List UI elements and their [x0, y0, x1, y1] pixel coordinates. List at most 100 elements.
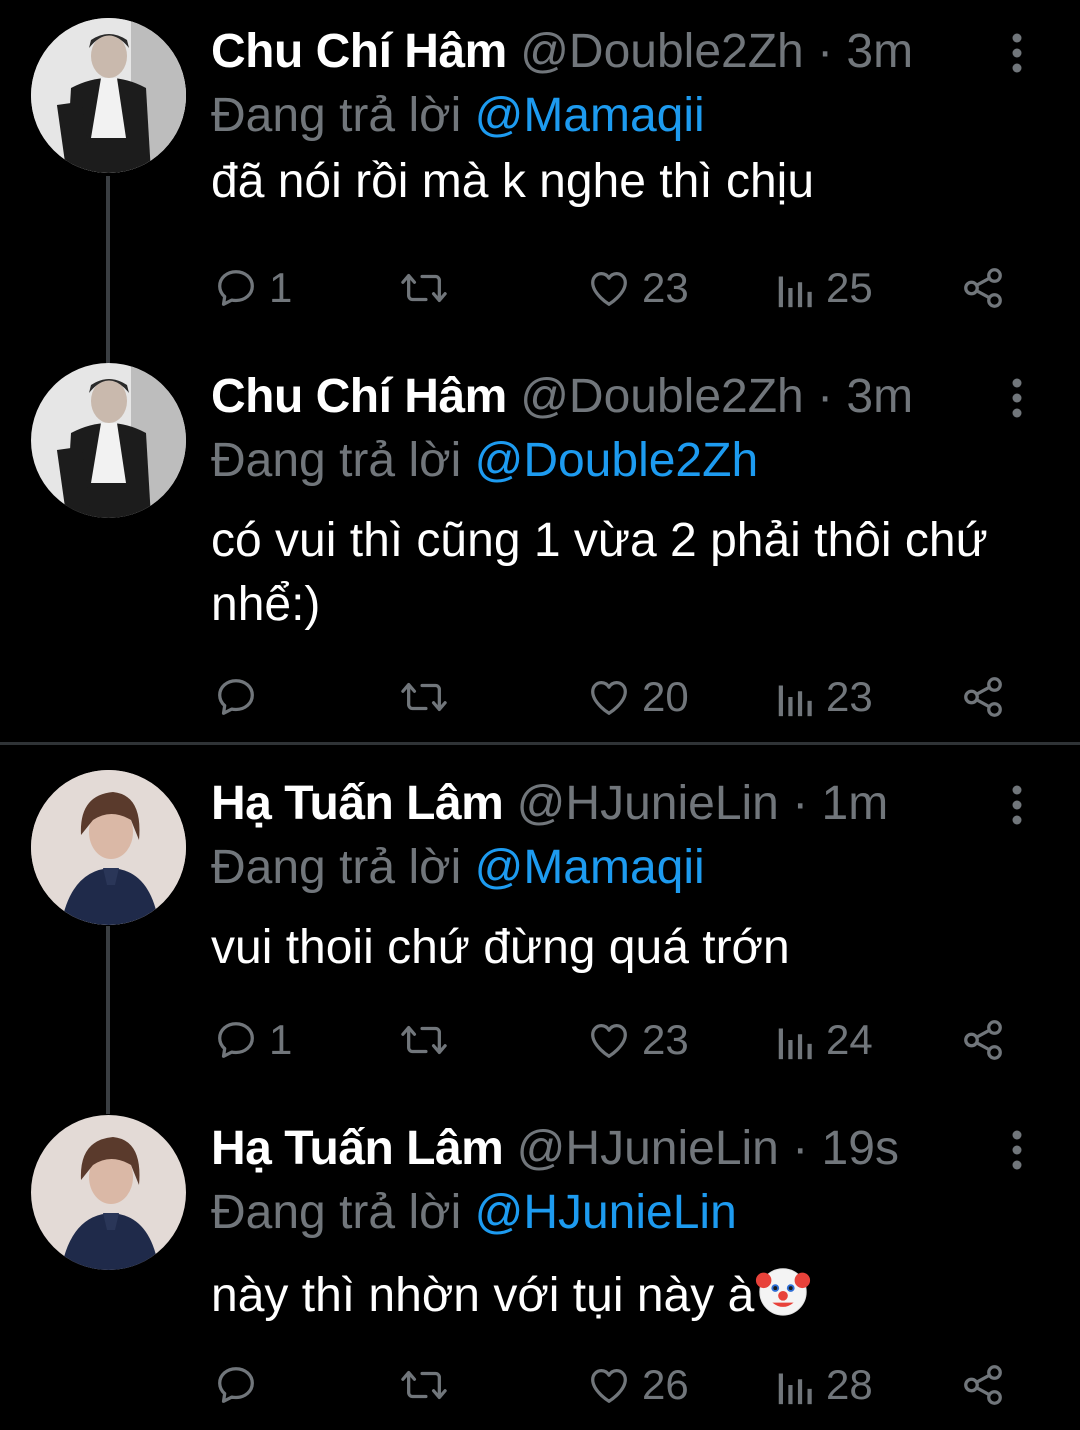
tweet-header: Chu Chí Hâm @Double2Zh · 3m [211, 367, 913, 427]
share-icon [964, 1365, 1002, 1405]
like-button[interactable]: 26 [586, 1355, 689, 1415]
share-icon [964, 1020, 1002, 1060]
clown-face-emoji [756, 1268, 811, 1316]
tweet[interactable]: Hạ Tuấn Lâm @HJunieLin · 1m Đang trả lời… [0, 752, 1080, 1102]
retweet-button[interactable] [399, 1355, 459, 1415]
reply-count: 1 [269, 1016, 293, 1063]
reply-button[interactable] [213, 1355, 269, 1415]
reply-count: 1 [269, 264, 293, 311]
share-icon [964, 268, 1002, 308]
tweet[interactable]: Chu Chí Hâm @Double2Zh · 3m Đang trả lời… [0, 0, 1080, 350]
timestamp[interactable]: 1m [822, 777, 889, 830]
reply-bubble-icon [218, 679, 254, 715]
replying-prefix: Đang trả lời [211, 434, 462, 487]
replying-to: Đang trả lời @HJunieLin [211, 1183, 737, 1243]
tweet[interactable]: Chu Chí Hâm @Double2Zh · 3m Đang trả lời… [0, 345, 1080, 740]
display-name[interactable]: Hạ Tuấn Lâm [211, 777, 504, 830]
separator-dot: · [792, 1122, 809, 1175]
views-button[interactable]: 28 [776, 1355, 873, 1415]
reply-button[interactable] [213, 667, 269, 727]
replying-prefix: Đang trả lời [211, 1186, 462, 1239]
avatar[interactable] [31, 18, 186, 173]
like-count: 23 [642, 264, 689, 311]
replying-to: Đang trả lời @Double2Zh [211, 431, 758, 491]
heart-icon [591, 271, 627, 306]
tweet-text-container: này thì nhờn với tụi này à [211, 1261, 1011, 1328]
tweet-text: này thì nhờn với tụi này à [211, 1269, 755, 1322]
tweet-header: Hạ Tuấn Lâm @HJunieLin · 1m [211, 774, 888, 834]
view-count: 25 [826, 264, 873, 311]
replying-prefix: Đang trả lời [211, 89, 462, 142]
like-button[interactable]: 20 [586, 667, 689, 727]
action-bar: 1 23 24 [0, 1010, 1080, 1070]
views-bar-chart-icon [778, 685, 812, 717]
separator-dot: · [792, 777, 809, 830]
share-button[interactable] [960, 1010, 1006, 1070]
heart-icon [591, 1023, 627, 1058]
thread-separator [0, 742, 1080, 745]
mention-link[interactable]: @Mamaqii [475, 89, 705, 142]
like-button[interactable]: 23 [586, 258, 689, 318]
like-button[interactable]: 23 [586, 1010, 689, 1070]
tweet[interactable]: Hạ Tuấn Lâm @HJunieLin · 19s Đang trả lờ… [0, 1097, 1080, 1430]
views-button[interactable]: 23 [776, 667, 873, 727]
views-button[interactable]: 24 [776, 1010, 873, 1070]
more-vertical-icon[interactable] [1004, 32, 1030, 74]
reply-button[interactable]: 1 [213, 1010, 292, 1070]
share-button[interactable] [960, 667, 1006, 727]
action-bar: 20 23 [0, 667, 1080, 727]
separator-dot: · [817, 370, 834, 423]
retweet-button[interactable] [399, 258, 459, 318]
views-bar-chart-icon [778, 1373, 812, 1405]
share-button[interactable] [960, 258, 1006, 318]
retweet-button[interactable] [399, 667, 459, 727]
more-vertical-icon[interactable] [1004, 377, 1030, 419]
share-button[interactable] [960, 1355, 1006, 1415]
tweet-text: vui thoii chứ đừng quá trớn [211, 921, 790, 974]
heart-icon [591, 680, 627, 715]
view-count: 24 [826, 1016, 873, 1063]
tweet-header: Hạ Tuấn Lâm @HJunieLin · 19s [211, 1119, 899, 1179]
timestamp[interactable]: 19s [822, 1122, 899, 1175]
mention-link[interactable]: @Mamaqii [475, 841, 705, 894]
user-handle[interactable]: @Double2Zh [520, 25, 804, 78]
heart-icon [591, 1368, 627, 1403]
avatar[interactable] [31, 363, 186, 518]
more-vertical-icon[interactable] [1004, 1129, 1030, 1171]
tweet-text: có vui thì cũng 1 vừa 2 phải thôi chứ nh… [211, 514, 988, 631]
like-count: 20 [642, 673, 689, 720]
retweet-icon [401, 682, 447, 712]
retweet-icon [401, 1025, 447, 1055]
views-bar-chart-icon [778, 276, 812, 308]
views-bar-chart-icon [778, 1028, 812, 1060]
timestamp[interactable]: 3m [846, 370, 913, 423]
display-name[interactable]: Chu Chí Hâm [211, 25, 507, 78]
retweet-icon [401, 1370, 447, 1400]
tweet-header: Chu Chí Hâm @Double2Zh · 3m [211, 22, 913, 82]
view-count: 28 [826, 1361, 873, 1408]
action-bar: 26 28 [0, 1355, 1080, 1415]
share-icon [964, 677, 1002, 717]
reply-bubble-icon [218, 1367, 254, 1403]
user-handle[interactable]: @HJunieLin [517, 777, 779, 830]
display-name[interactable]: Hạ Tuấn Lâm [211, 1122, 504, 1175]
display-name[interactable]: Chu Chí Hâm [211, 370, 507, 423]
avatar[interactable] [31, 770, 186, 925]
view-count: 23 [826, 673, 873, 720]
more-vertical-icon[interactable] [1004, 784, 1030, 826]
user-handle[interactable]: @HJunieLin [517, 1122, 779, 1175]
avatar[interactable] [31, 1115, 186, 1270]
timestamp[interactable]: 3m [846, 25, 913, 78]
replying-to: Đang trả lời @Mamaqii [211, 86, 705, 146]
user-handle[interactable]: @Double2Zh [520, 370, 804, 423]
mention-link[interactable]: @Double2Zh [475, 434, 759, 487]
action-bar: 1 23 25 [0, 258, 1080, 318]
reply-button[interactable]: 1 [213, 258, 292, 318]
mention-link[interactable]: @HJunieLin [475, 1186, 737, 1239]
retweet-icon [401, 273, 447, 303]
views-button[interactable]: 25 [776, 258, 873, 318]
like-count: 26 [642, 1361, 689, 1408]
tweet-text: đã nói rồi mà k nghe thì chịu [211, 155, 815, 208]
replying-to: Đang trả lời @Mamaqii [211, 838, 705, 898]
retweet-button[interactable] [399, 1010, 459, 1070]
